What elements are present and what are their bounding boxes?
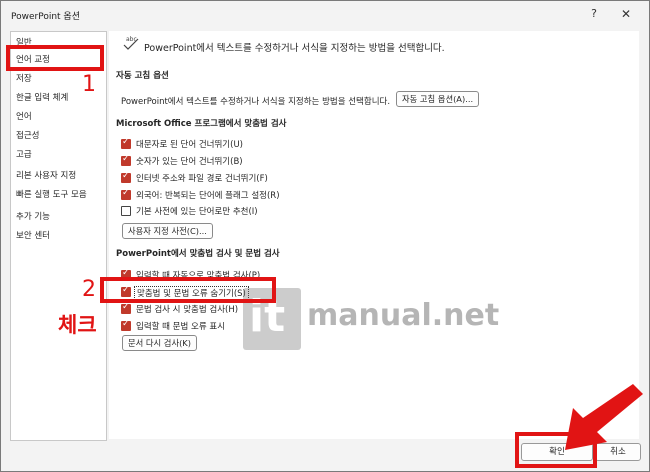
check-icon: ✓ <box>122 171 130 181</box>
close-button[interactable]: ✕ <box>613 3 639 25</box>
sidebar-item-general[interactable]: 일반 <box>16 36 32 48</box>
sidebar-item-addins[interactable]: 추가 기능 <box>16 210 50 222</box>
sidebar-item-proofing[interactable]: 언어 교정 <box>16 53 100 65</box>
sidebar-item-quick-access-toolbar[interactable]: 빠른 실행 도구 모음 <box>16 188 87 200</box>
label-check-grammar-with-spelling: 문법 검사 시 맞춤법 검사(H) <box>136 305 239 315</box>
check-icon: ✓ <box>122 268 130 278</box>
checkbox-check-spelling-as-type[interactable]: ✓ <box>121 268 131 280</box>
page-header-text: PowerPoint에서 텍스트를 수정하거나 서식을 지정하는 방법을 선택합… <box>144 43 445 54</box>
title-bar: PowerPoint 옵션 ? ✕ <box>1 1 649 29</box>
label-mark-grammar-errors: 입력할 때 문법 오류 표시 <box>136 322 226 332</box>
red-arrow-icon <box>565 384 643 450</box>
label-check-spelling-as-type: 입력할 때 자동으로 맞춤법 검사(P) <box>136 271 261 281</box>
sidebar-item-save[interactable]: 저장 <box>16 72 32 84</box>
label-flag-repeated-words: 외국어: 반복되는 단어에 플래그 설정(R) <box>136 191 280 201</box>
step-1-label: 1 <box>82 72 96 97</box>
checkbox-box <box>121 206 131 216</box>
window-title: PowerPoint 옵션 <box>11 12 80 22</box>
custom-dictionaries-button[interactable]: 사용자 지정 사전(C)... <box>122 223 213 239</box>
watermark-it-text: it <box>249 291 286 342</box>
check-instruction-label: 체크 <box>58 313 97 337</box>
recheck-document-button[interactable]: 문서 다시 검사(K) <box>122 335 197 351</box>
sidebar-item-customize-ribbon[interactable]: 리본 사용자 지정 <box>16 169 76 181</box>
autocorrect-options-button[interactable]: 자동 고침 옵션(A)... <box>396 91 480 107</box>
sidebar-item-accessibility[interactable]: 접근성 <box>16 129 39 141</box>
check-icon: ✓ <box>122 188 130 198</box>
sidebar-item-trust-center[interactable]: 보안 센터 <box>16 229 50 241</box>
autocorrect-description: PowerPoint에서 텍스트를 수정하거나 서식을 지정하는 방법을 선택합… <box>121 97 391 107</box>
sidebar-item-advanced[interactable]: 고급 <box>16 148 32 160</box>
checkbox-flag-repeated-words[interactable]: ✓ <box>121 188 131 200</box>
section-title-office-spelling: Microsoft Office 프로그램에서 맞춤법 검사 <box>116 119 287 129</box>
help-button[interactable]: ? <box>581 3 607 25</box>
watermark-it-block: it <box>243 288 301 350</box>
checkbox-main-dictionary-only[interactable] <box>121 206 131 216</box>
label-ignore-numbers: 숫자가 있는 단어 건너뛰기(B) <box>136 157 243 167</box>
label-ignore-internet-paths: 인터넷 주소와 파일 경로 건너뛰기(F) <box>136 174 268 184</box>
section-title-autocorrect: 자동 고침 옵션 <box>116 71 169 81</box>
section-title-ppt-spelling: PowerPoint에서 맞춤법 검사 및 문법 검사 <box>116 249 280 259</box>
checkbox-check-grammar-with-spelling[interactable]: ✓ <box>121 302 131 314</box>
checkbox-hide-spelling-grammar-errors[interactable]: ✓ <box>121 285 131 297</box>
label-main-dictionary-only: 기본 사전에 있는 단어로만 추천(I) <box>136 207 258 217</box>
check-icon: ✓ <box>122 302 130 312</box>
label-hide-spelling-grammar-errors: 맞춤법 및 문법 오류 숨기기(S) <box>134 286 249 300</box>
check-icon: ✓ <box>122 137 130 147</box>
checkbox-mark-grammar-errors[interactable]: ✓ <box>121 319 131 331</box>
proofing-abc-check-icon: abc <box>123 36 139 50</box>
main-content: abc PowerPoint에서 텍스트를 수정하거나 서식을 지정하는 방법을… <box>109 31 639 439</box>
sidebar-item-language[interactable]: 언어 <box>16 110 32 122</box>
checkbox-ignore-internet-paths[interactable]: ✓ <box>121 171 131 183</box>
check-icon: ✓ <box>122 285 130 295</box>
check-icon: ✓ <box>122 154 130 164</box>
check-icon: ✓ <box>122 319 130 329</box>
watermark-rest-text: manual.net <box>307 298 500 333</box>
step-2-label: 2 <box>82 277 96 302</box>
itmanual-watermark: it manual.net <box>243 288 499 350</box>
sidebar-item-hangul-input[interactable]: 한글 입력 체계 <box>16 91 68 103</box>
label-ignore-uppercase: 대문자로 된 단어 건너뛰기(U) <box>136 140 243 150</box>
checkbox-ignore-uppercase[interactable]: ✓ <box>121 137 131 149</box>
checkbox-ignore-numbers[interactable]: ✓ <box>121 154 131 166</box>
